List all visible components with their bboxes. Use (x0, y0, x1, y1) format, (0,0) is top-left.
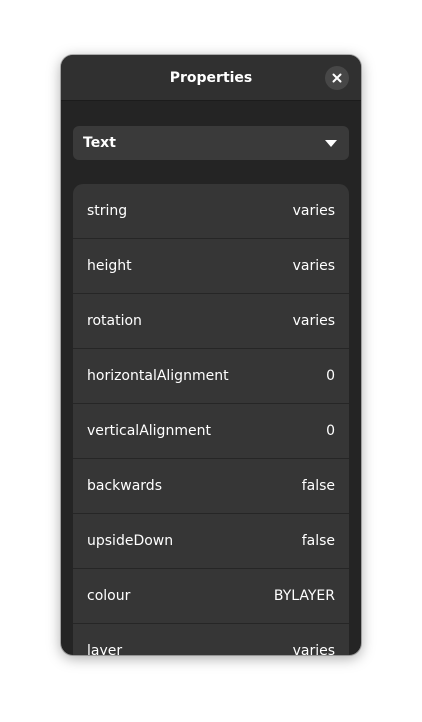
property-value: 0 (326, 423, 335, 439)
property-value: varies (292, 313, 335, 329)
property-row-colour[interactable]: colour BYLAYER (73, 569, 349, 624)
property-value: false (301, 533, 335, 549)
close-icon (332, 73, 342, 83)
property-row-height[interactable]: height varies (73, 239, 349, 294)
property-key: verticalAlignment (87, 423, 211, 439)
close-button[interactable] (325, 66, 349, 90)
property-row-upsideDown[interactable]: upsideDown false (73, 514, 349, 569)
property-key: upsideDown (87, 533, 174, 549)
property-row-string[interactable]: string varies (73, 184, 349, 239)
property-key: height (87, 258, 132, 274)
property-value: varies (292, 643, 335, 655)
property-value: BYLAYER (273, 588, 335, 604)
property-key: rotation (87, 313, 142, 329)
window-title: Properties (169, 70, 253, 86)
property-row-verticalAlignment[interactable]: verticalAlignment 0 (73, 404, 349, 459)
property-key: string (87, 203, 128, 219)
dropdown-selected-label: Text (83, 135, 116, 151)
property-value: varies (292, 258, 335, 274)
property-key: layer (87, 643, 123, 655)
property-row-backwards[interactable]: backwards false (73, 459, 349, 514)
properties-window: Properties Text string varies height varies… (61, 55, 361, 655)
property-list: string varies height varies rotation varies ho… (73, 184, 349, 655)
property-row-horizontalAlignment[interactable]: horizontalAlignment 0 (73, 349, 349, 404)
chevron-down-icon (325, 140, 337, 147)
property-row-rotation[interactable]: rotation varies (73, 294, 349, 349)
property-key: colour (87, 588, 131, 604)
property-row-layer[interactable]: layer varies (73, 624, 349, 655)
headerbar: Properties (61, 55, 361, 101)
property-value: varies (292, 203, 335, 219)
object-type-dropdown[interactable]: Text (73, 126, 349, 160)
property-value: false (301, 478, 335, 494)
property-value: 0 (326, 368, 335, 384)
property-key: horizontalAlignment (87, 368, 229, 384)
property-key: backwards (87, 478, 162, 494)
